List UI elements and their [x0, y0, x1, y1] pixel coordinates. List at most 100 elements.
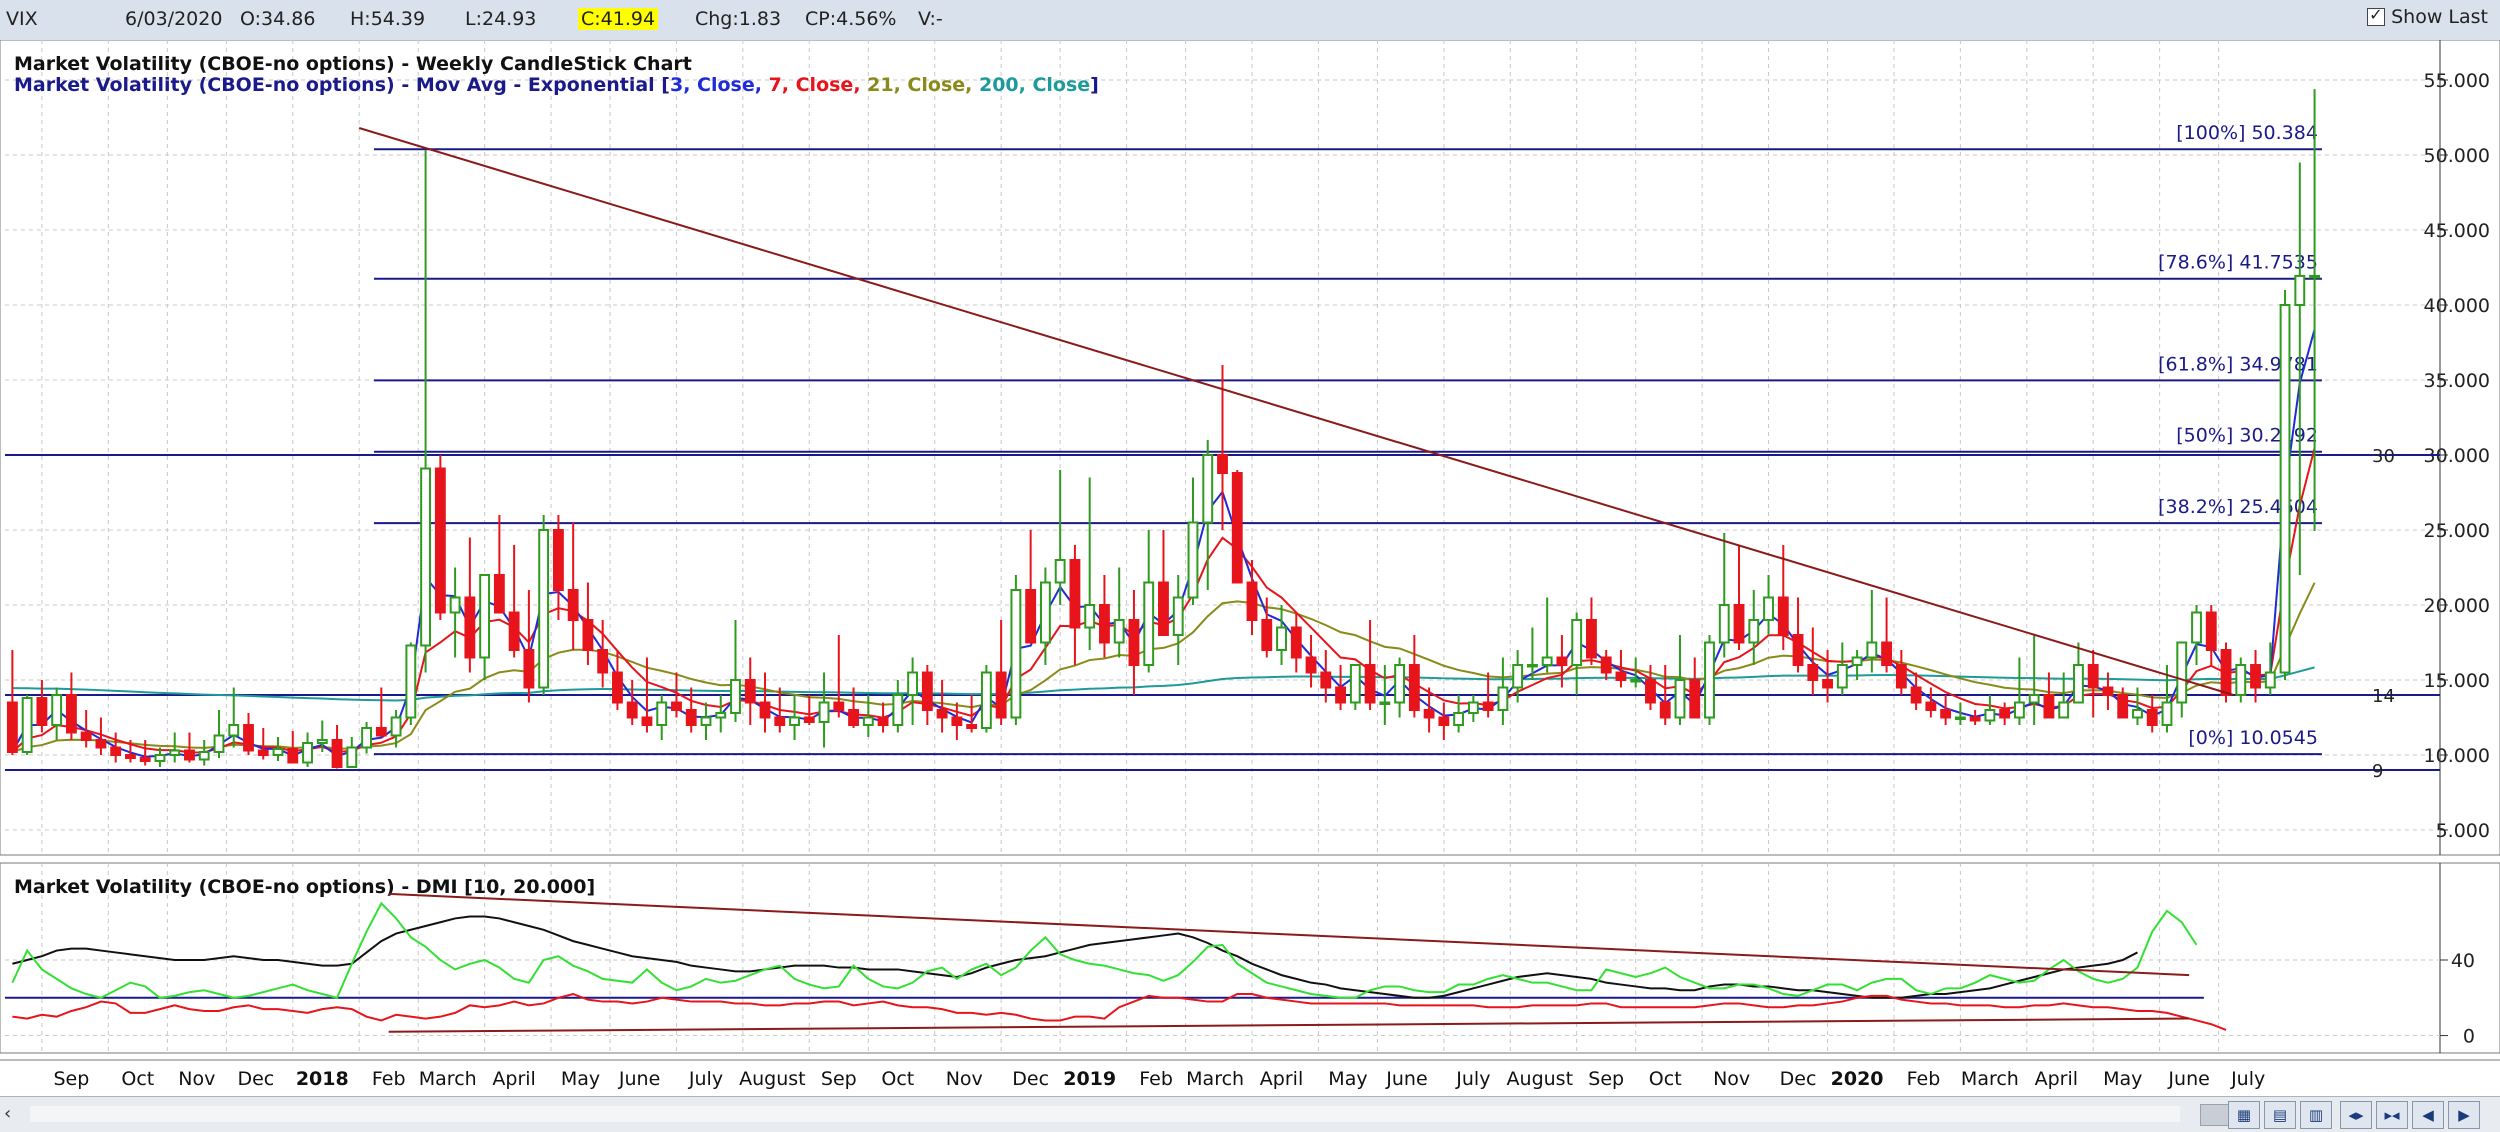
dmi-y-tick-label: 40	[2451, 950, 2475, 972]
candle-body	[1925, 701, 1937, 711]
horizontal-scrollbar[interactable]	[30, 1106, 2180, 1122]
candle-body	[848, 709, 859, 726]
candle-body	[582, 619, 594, 651]
candle-body	[257, 749, 269, 756]
price-y-tick-label: 25.000	[2424, 520, 2490, 542]
candle	[1349, 664, 1361, 710]
show-last-label: Show Last	[2391, 6, 2488, 28]
fib-level-label: [0%] 10.0545	[2188, 727, 2318, 749]
candle-body	[1128, 619, 1140, 666]
scroll-left-arrow-icon[interactable]: ‹	[4, 1103, 11, 1124]
price-y-tick-label: 5.000	[2436, 820, 2490, 842]
x-tick-label: 2020	[1831, 1068, 1884, 1090]
candle	[538, 515, 550, 695]
ema-legend-item-0: 3, Close,	[670, 74, 769, 96]
dmi-title: Market Volatility (CBOE-no options) - DM…	[14, 876, 595, 898]
candle-body	[803, 716, 815, 723]
candle-body	[2294, 274, 2306, 306]
candle	[405, 642, 417, 725]
candle-body	[1674, 679, 1686, 719]
compress-icon[interactable]: ▸◂	[2376, 1101, 2408, 1129]
candle-body	[523, 649, 535, 689]
x-tick-label: April	[492, 1068, 535, 1090]
candle-body	[493, 574, 505, 614]
candle-body	[169, 749, 181, 756]
candle-body	[2087, 664, 2099, 689]
candle-body	[612, 671, 623, 704]
zoom-fit-icon[interactable]: ▥	[2300, 1101, 2332, 1129]
candle-body	[2309, 274, 2320, 279]
candle-body	[1940, 709, 1952, 719]
candle	[2279, 290, 2291, 680]
candle-body	[361, 727, 372, 749]
candle-body	[95, 739, 107, 749]
ema-legend-item-2: 21, Close,	[867, 74, 979, 96]
price-y-tick-label: 20.000	[2424, 595, 2490, 617]
candle-body	[1335, 686, 1346, 704]
show-last-checkbox[interactable]	[2367, 5, 2386, 26]
candle-body	[1836, 664, 1848, 689]
candle-body	[1984, 709, 1996, 722]
candle-body	[2220, 649, 2232, 696]
candle-body	[1143, 581, 1155, 666]
candle-body	[1748, 619, 1760, 644]
ema-legend-suffix: ]	[1090, 74, 1099, 96]
candle-body	[1571, 619, 1583, 666]
candle-body	[228, 724, 240, 737]
candle-body	[2043, 694, 2055, 719]
candle-body	[862, 716, 874, 726]
candle-body	[1467, 701, 1479, 714]
candle-body	[1349, 664, 1361, 704]
chart-svg[interactable]: 5.00010.00015.00020.00025.00030.00035.00…	[0, 40, 2500, 1096]
candle	[1704, 635, 1715, 725]
candle	[434, 455, 446, 620]
x-tick-label: April	[2035, 1068, 2078, 1090]
candle-body	[567, 589, 579, 621]
price-panel: 5.00010.00015.00020.00025.00030.00035.00…	[0, 40, 2500, 856]
candle-body	[1541, 656, 1553, 666]
candle-body	[2117, 694, 2129, 719]
candle-body	[1187, 521, 1199, 599]
candle-body	[685, 709, 697, 726]
candle-body	[1600, 656, 1612, 674]
candle-body	[125, 754, 136, 759]
show-last-toggle[interactable]: Show Last	[2367, 5, 2488, 28]
candle-body	[597, 649, 609, 674]
chart-application: VIX 6/03/2020 O:34.86 H:54.39 L:24.93 C:…	[0, 0, 2500, 1132]
price-y-tick-label: 35.000	[2424, 370, 2490, 392]
volume-value: V:-	[918, 8, 943, 30]
price-y-tick-label: 45.000	[2424, 220, 2490, 242]
candle-body	[759, 701, 771, 719]
candle-body	[36, 697, 48, 726]
candle-body	[1615, 671, 1627, 681]
x-tick-label: Nov	[946, 1068, 983, 1090]
candle-body	[1792, 634, 1804, 666]
candle-body	[390, 716, 402, 737]
candle-body	[2250, 664, 2261, 689]
x-tick-label: July	[1455, 1068, 1490, 1090]
zoom-out-icon[interactable]: ▤	[2264, 1101, 2296, 1129]
x-tick-label: March	[419, 1068, 477, 1090]
quote-toolbar: VIX 6/03/2020 O:34.86 H:54.39 L:24.93 C:…	[0, 0, 2500, 41]
candle-body	[671, 701, 682, 711]
scroll-forward-icon[interactable]: ▶	[2448, 1101, 2480, 1129]
candle-body	[1069, 559, 1081, 629]
candle-body	[774, 716, 786, 726]
candle-body	[2146, 709, 2158, 726]
candle-body	[1305, 656, 1317, 674]
candle-body	[2013, 701, 2025, 719]
candle-body	[1526, 664, 1538, 668]
candle	[1010, 575, 1022, 725]
candle-body	[1453, 712, 1465, 726]
horizontal-line-label: 9	[2372, 761, 2383, 782]
scroll-back-icon[interactable]: ◀	[2412, 1101, 2444, 1129]
candle-body	[1733, 604, 1745, 644]
candle-body	[1010, 589, 1022, 719]
expand-icon[interactable]: ◂▸	[2340, 1101, 2372, 1129]
candle-body	[1054, 559, 1066, 584]
price-chart-title: Market Volatility (CBOE-no options) - We…	[14, 53, 692, 75]
candle-body	[2161, 701, 2173, 726]
zoom-in-icon[interactable]: ▦	[2228, 1101, 2260, 1129]
candle-body	[346, 746, 358, 768]
dmi-y-tick-label: 0	[2463, 1026, 2475, 1048]
